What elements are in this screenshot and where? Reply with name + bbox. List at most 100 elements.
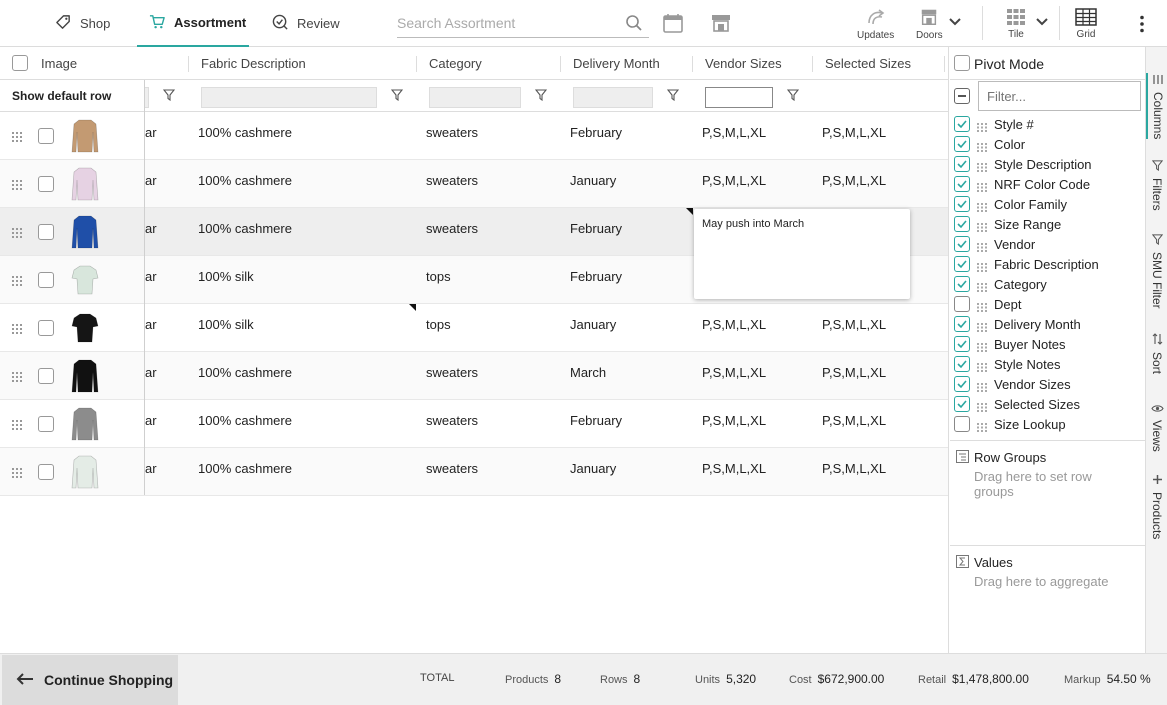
cell-fabric[interactable]: 100% cashmere bbox=[198, 173, 292, 188]
row-checkbox[interactable] bbox=[38, 368, 54, 384]
cell-selected-sizes[interactable]: P,S,M,L,XL bbox=[822, 413, 886, 428]
column-checkbox[interactable] bbox=[954, 136, 970, 152]
tile-view-button[interactable]: Tile bbox=[1006, 8, 1026, 40]
product-image[interactable] bbox=[70, 166, 100, 202]
column-list-item[interactable]: Size Range bbox=[950, 215, 1145, 235]
cell-delivery[interactable]: January bbox=[570, 317, 616, 332]
header-vendor-sizes[interactable]: Vendor Sizes bbox=[705, 47, 782, 80]
column-checkbox[interactable] bbox=[954, 356, 970, 372]
drag-handle-icon[interactable] bbox=[977, 220, 988, 232]
cell-selected-sizes[interactable]: P,S,M,L,XL bbox=[822, 125, 886, 140]
cell-fabric[interactable]: 100% cashmere bbox=[198, 365, 292, 380]
product-image[interactable] bbox=[70, 262, 100, 298]
filter-icon[interactable] bbox=[666, 89, 680, 102]
column-checkbox[interactable] bbox=[954, 296, 970, 312]
drag-handle-icon[interactable] bbox=[977, 240, 988, 252]
drag-handle-icon[interactable] bbox=[977, 420, 988, 432]
column-checkbox[interactable] bbox=[954, 216, 970, 232]
cell-delivery[interactable]: March bbox=[570, 365, 606, 380]
table-row[interactable]: ar 100% cashmere sweaters March P,S,M,L,XL P,… bbox=[0, 352, 948, 400]
chevron-down-icon[interactable] bbox=[948, 15, 962, 29]
tab-assortment[interactable]: Assortment bbox=[137, 0, 249, 47]
drag-handle-icon[interactable] bbox=[12, 274, 23, 286]
drag-handle-icon[interactable] bbox=[977, 180, 988, 192]
cell-category[interactable]: sweaters bbox=[426, 173, 478, 188]
doors-button[interactable]: Doors bbox=[916, 7, 943, 41]
cell-fabric[interactable]: 100% silk bbox=[198, 317, 254, 332]
cell-delivery[interactable]: February bbox=[570, 413, 622, 428]
drag-handle-icon[interactable] bbox=[12, 466, 23, 478]
drag-handle-icon[interactable] bbox=[977, 200, 988, 212]
drag-handle-icon[interactable] bbox=[12, 130, 23, 142]
cell-category[interactable]: sweaters bbox=[426, 413, 478, 428]
cell-selected-sizes[interactable]: P,S,M,L,XL bbox=[822, 365, 886, 380]
tab-review[interactable]: Review bbox=[272, 0, 340, 47]
drag-handle-icon[interactable] bbox=[977, 300, 988, 312]
cell-vendor-sizes[interactable]: P,S,M,L,XL bbox=[702, 173, 766, 188]
column-list-item[interactable]: Vendor bbox=[950, 235, 1145, 255]
row-checkbox[interactable] bbox=[38, 128, 54, 144]
column-list-item[interactable]: Delivery Month bbox=[950, 315, 1145, 335]
column-checkbox[interactable] bbox=[954, 196, 970, 212]
filter-input-clipped[interactable] bbox=[145, 87, 149, 108]
select-all-checkbox[interactable] bbox=[12, 55, 28, 71]
row-groups-section[interactable]: Row Groups Drag here to set row groups bbox=[950, 440, 1145, 545]
cell-category[interactable]: sweaters bbox=[426, 365, 478, 380]
cell-category[interactable]: tops bbox=[426, 317, 451, 332]
show-default-row-link[interactable]: Show default row bbox=[12, 89, 111, 103]
column-checkbox[interactable] bbox=[954, 396, 970, 412]
drag-handle-icon[interactable] bbox=[977, 380, 988, 392]
row-checkbox[interactable] bbox=[38, 320, 54, 336]
cell-vendor-sizes[interactable]: P,S,M,L,XL bbox=[702, 461, 766, 476]
column-checkbox[interactable] bbox=[954, 416, 970, 432]
column-list-item[interactable]: NRF Color Code bbox=[950, 175, 1145, 195]
table-row[interactable]: ar 100% cashmere sweaters January P,S,M,L,XL… bbox=[0, 448, 948, 496]
cell-category[interactable]: sweaters bbox=[426, 461, 478, 476]
cell-delivery[interactable]: January bbox=[570, 173, 616, 188]
header-delivery-month[interactable]: Delivery Month bbox=[573, 47, 660, 80]
column-list-item[interactable]: Vendor Sizes bbox=[950, 375, 1145, 395]
grid-view-button[interactable]: Grid bbox=[1075, 8, 1097, 40]
table-row[interactable]: ar 100% cashmere sweaters February P,S,M,L,X… bbox=[0, 112, 948, 160]
drag-handle-icon[interactable] bbox=[977, 140, 988, 152]
column-checkbox[interactable] bbox=[954, 316, 970, 332]
column-list-item[interactable]: Dept bbox=[950, 295, 1145, 315]
drag-handle-icon[interactable] bbox=[977, 360, 988, 372]
cell-selected-sizes[interactable]: P,S,M,L,XL bbox=[822, 317, 886, 332]
more-vertical-icon[interactable] bbox=[1139, 15, 1145, 33]
search-icon[interactable] bbox=[625, 14, 643, 35]
product-image[interactable] bbox=[70, 118, 100, 154]
filter-icon[interactable] bbox=[534, 89, 548, 102]
row-checkbox[interactable] bbox=[38, 416, 54, 432]
column-checkbox[interactable] bbox=[954, 236, 970, 252]
cell-fabric[interactable]: 100% cashmere bbox=[198, 125, 292, 140]
side-tab-views[interactable]: Views bbox=[1146, 401, 1167, 452]
side-tab-columns[interactable]: Columns bbox=[1146, 73, 1167, 140]
drag-handle-icon[interactable] bbox=[977, 260, 988, 272]
filter-input-category[interactable] bbox=[429, 87, 521, 108]
calendar-icon[interactable] bbox=[662, 12, 684, 34]
drag-handle-icon[interactable] bbox=[977, 340, 988, 352]
column-list-item[interactable]: Style Description bbox=[950, 155, 1145, 175]
column-list-item[interactable]: Color Family bbox=[950, 195, 1145, 215]
drag-handle-icon[interactable] bbox=[12, 322, 23, 334]
filter-input-fabric[interactable] bbox=[201, 87, 377, 108]
cell-delivery[interactable]: February bbox=[570, 221, 622, 236]
column-checkbox[interactable] bbox=[954, 276, 970, 292]
product-image[interactable] bbox=[70, 310, 100, 346]
header-category[interactable]: Category bbox=[429, 47, 482, 80]
cell-fabric[interactable]: 100% silk bbox=[198, 269, 254, 284]
table-row[interactable]: ar 100% cashmere sweaters January P,S,M,L,XL… bbox=[0, 160, 948, 208]
drag-handle-icon[interactable] bbox=[977, 320, 988, 332]
filter-input-delivery[interactable] bbox=[573, 87, 653, 108]
cell-vendor-sizes[interactable]: P,S,M,L,XL bbox=[702, 125, 766, 140]
side-tab-sort[interactable]: Sort bbox=[1146, 333, 1167, 374]
filter-icon[interactable] bbox=[390, 89, 404, 102]
cell-fabric[interactable]: 100% cashmere bbox=[198, 413, 292, 428]
row-checkbox[interactable] bbox=[38, 272, 54, 288]
filter-input-vendor-sizes[interactable] bbox=[705, 87, 773, 108]
drag-handle-icon[interactable] bbox=[977, 160, 988, 172]
header-selected-sizes[interactable]: Selected Sizes bbox=[825, 47, 911, 80]
drag-handle-icon[interactable] bbox=[12, 226, 23, 238]
cell-delivery[interactable]: February bbox=[570, 269, 622, 284]
